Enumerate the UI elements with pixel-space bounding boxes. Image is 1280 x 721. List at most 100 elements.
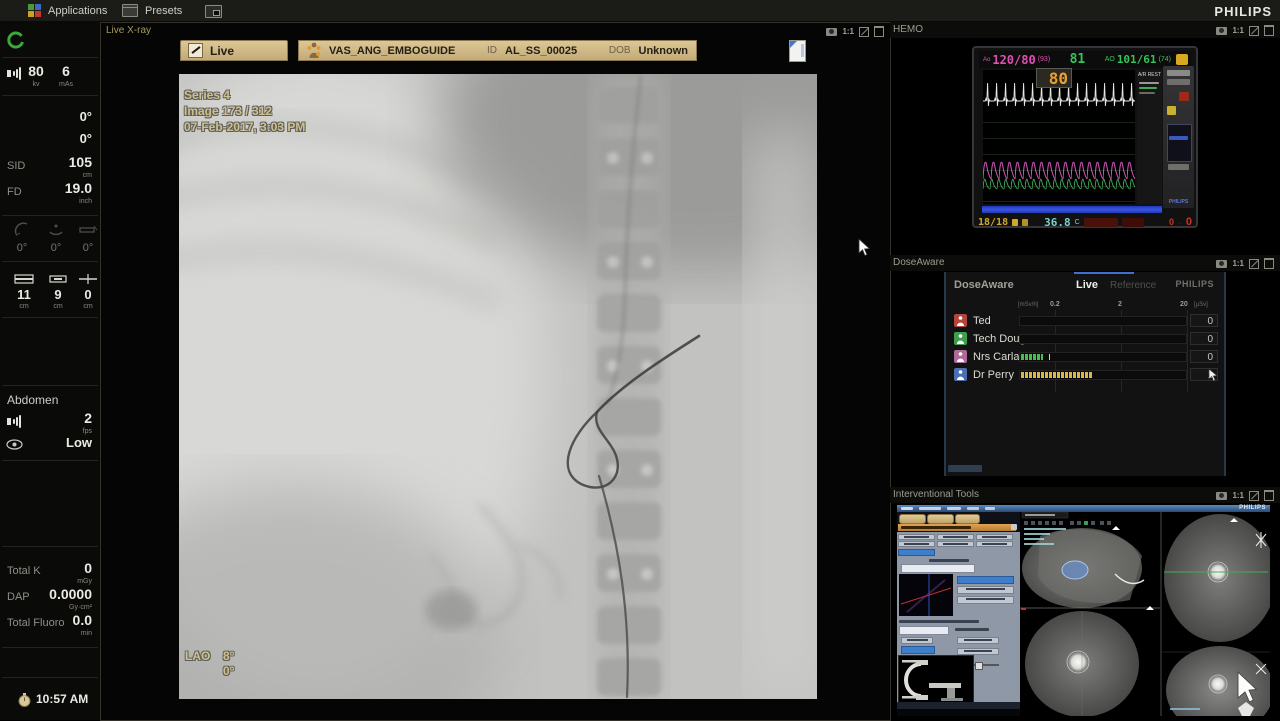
xray-anatomy-graphic [179,74,817,699]
zoom-ratio-label: 1:1 [1232,491,1244,500]
staff-name: Tech Doug [973,333,1026,345]
dosimeter-icon [954,332,967,345]
primary-angle-overlay: 8° [223,649,234,663]
step-button-active[interactable] [957,576,1014,584]
panel-button[interactable] [976,534,1013,540]
tab-live[interactable]: Live [1076,279,1098,291]
fd-readout: 19.0inch [65,182,92,208]
hemo-monitor: Ao 120/80 (93) 81 AO 101/61 (74) [972,46,1198,228]
worklist-page-icon[interactable] [789,40,806,62]
dosimeter-icon [954,314,967,327]
dose-mode: Low [66,436,92,449]
active-tool-button[interactable] [898,549,935,556]
panel-title: DoseAware [893,257,945,268]
panel-button[interactable] [976,541,1013,547]
dap-readout: 0.0000Gy·cm² [49,588,92,614]
scroll-chip[interactable] [948,465,982,472]
layout-edit-icon[interactable] [1249,26,1259,36]
panel-button[interactable] [957,637,999,644]
layout-edit-icon[interactable] [1249,259,1259,269]
panel-button[interactable] [937,534,974,540]
tool-panel [897,532,1020,702]
kv-readout: 80kv [22,65,50,91]
volume-viewports[interactable] [1020,512,1270,716]
spo2-left: 0 [1169,217,1174,227]
hemo-titlebar: HEMO 1:1 [890,22,1280,38]
patient-id: AL_SS_00025 [505,45,577,57]
step-button[interactable] [957,586,1014,594]
monitor-info-column: A/R REST [1137,70,1162,204]
carm-rotation-icon [12,222,32,238]
xray-status-sidebar: 80kv 6mAs 0° 0° SID 105cm FD 19.0inch 0°… [0,22,101,720]
mpr-thumbnail[interactable] [899,574,953,616]
hr-big-readout: 80 [1036,68,1072,88]
app-tool-button[interactable] [955,514,980,524]
dose-row: Nrs Carla 0 [946,348,1224,366]
snapshot-icon[interactable] [1216,27,1227,35]
waveform-screen [983,70,1135,204]
hr-value: 81 [1070,52,1086,67]
layout-edit-icon[interactable] [1249,491,1259,501]
dose-value: 0 [1190,314,1218,327]
doseaware-brand: PHILIPS [1175,279,1214,289]
snapshot-icon[interactable] [826,28,837,36]
wedge-value: 9cm [44,289,72,313]
presets-menu[interactable]: Presets [122,3,182,18]
gantry-angle: 0° [42,242,70,254]
iris-value: 0cm [74,289,102,313]
top-menu-bar: Applications Presets PHILIPS [0,0,1280,22]
apply-button[interactable] [901,646,935,654]
temperature-value: 36.8 [1044,216,1071,229]
app-tool-button[interactable] [899,514,926,524]
protocol-name: Abdomen [7,393,58,407]
projection-overlay: LAO [185,649,210,663]
abp-value: 120/80 [992,53,1035,67]
maximize-icon[interactable] [1264,490,1274,501]
maximize-icon[interactable] [1264,258,1274,269]
snapshot-icon[interactable] [1216,260,1227,268]
snapshot-button[interactable] [205,5,222,18]
series-header [898,524,1016,531]
total-k-label: Total K [7,565,41,577]
dose-value: 0 [1190,350,1218,363]
scale-tick: 2 [1118,301,1122,308]
panel-button[interactable] [898,541,935,547]
interventional-app-window: PHILIPS [897,505,1270,716]
panel-button[interactable] [898,534,935,540]
zoom-ratio-label: 1:1 [1232,26,1244,35]
alarm-bell-icon[interactable] [1176,54,1188,65]
gantry-preview [898,655,974,704]
presets-label: Presets [145,5,182,17]
maximize-icon[interactable] [874,26,884,37]
radiation-icon [7,67,22,80]
applications-menu[interactable]: Applications [28,3,107,18]
tab-live[interactable]: Live [180,40,288,61]
panel-button[interactable] [901,637,933,644]
layout-edit-icon[interactable] [859,27,869,37]
app-tool-button[interactable] [927,514,954,524]
ao-label: AO [1105,56,1115,63]
shutter-icon [14,272,34,286]
panel-button[interactable] [957,648,999,655]
staff-name: Nrs Carla [973,351,1019,363]
patient-id-label: ID [487,45,497,56]
app-brand: PHILIPS [1239,505,1266,511]
selection-dropdown[interactable] [901,564,975,573]
iris-icon [78,272,98,286]
patient-dob-label: DOB [609,45,631,56]
rotation-angle: 0° [80,110,92,123]
doseaware-app-title: DoseAware [954,279,1014,291]
table-tilt-icon [78,222,98,238]
abp-label: Ao [983,57,990,63]
dap-label: DAP [7,591,30,603]
snapshot-icon[interactable] [1216,492,1227,500]
dose-bar [1019,334,1187,344]
doseaware-titlebar: DoseAware 1:1 [890,255,1280,271]
level-dropdown[interactable] [899,626,949,635]
tab-reference[interactable]: Reference [1110,280,1156,291]
applications-label: Applications [48,5,107,17]
panel-button[interactable] [937,541,974,547]
step-button[interactable] [957,596,1014,604]
maximize-icon[interactable] [1264,25,1274,36]
fluoroscopy-image[interactable]: Series 4 Image 173 / 312 07-Feb-2017, 3:… [179,74,817,699]
